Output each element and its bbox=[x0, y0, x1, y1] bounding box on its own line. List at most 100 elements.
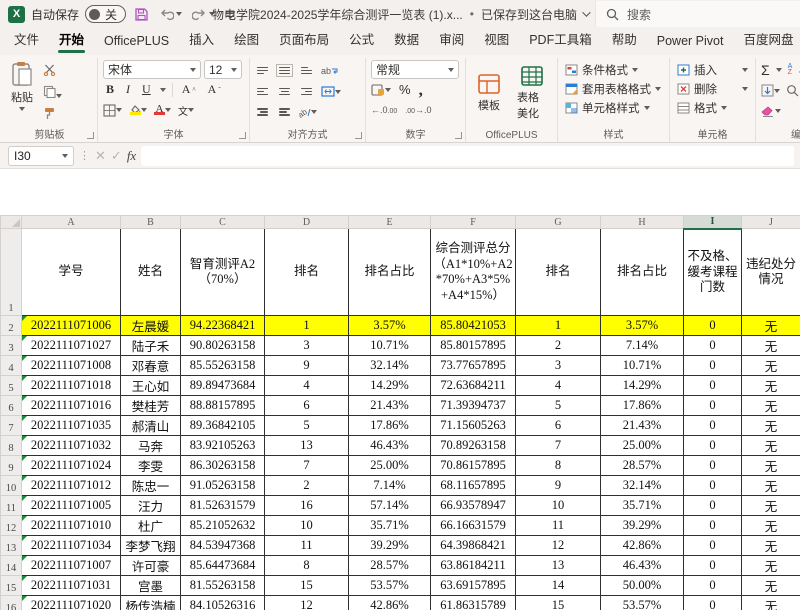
cell-H5[interactable]: 14.29% bbox=[601, 376, 684, 396]
column-header-H[interactable]: H bbox=[601, 216, 684, 229]
cell-F8[interactable]: 70.89263158 bbox=[431, 436, 516, 456]
cell-H13[interactable]: 42.86% bbox=[601, 536, 684, 556]
cell-G2[interactable]: 1 bbox=[516, 316, 601, 336]
alignment-dialog-launcher-icon[interactable] bbox=[355, 132, 362, 139]
column-header-C[interactable]: C bbox=[181, 216, 265, 229]
cell-G11[interactable]: 10 bbox=[516, 496, 601, 516]
tab-插入[interactable]: 插入 bbox=[179, 24, 224, 55]
cell-F4[interactable]: 73.77657895 bbox=[431, 356, 516, 376]
cell-J1[interactable]: 违纪处分情况 bbox=[742, 229, 800, 316]
column-header-B[interactable]: B bbox=[121, 216, 181, 229]
row-header-10[interactable]: 10 bbox=[1, 476, 22, 496]
cell-E2[interactable]: 3.57% bbox=[349, 316, 431, 336]
cell-H14[interactable]: 46.43% bbox=[601, 556, 684, 576]
cell-I11[interactable]: 0 bbox=[684, 496, 742, 516]
autosum-button[interactable]: Σ bbox=[761, 62, 770, 78]
cut-button[interactable] bbox=[43, 63, 62, 81]
cell-A8[interactable]: 2022111071032 bbox=[22, 436, 121, 456]
cell-H9[interactable]: 28.57% bbox=[601, 456, 684, 476]
cell-B4[interactable]: 邓春意 bbox=[121, 356, 181, 376]
cell-F10[interactable]: 68.11657895 bbox=[431, 476, 516, 496]
cell-E12[interactable]: 35.71% bbox=[349, 516, 431, 536]
cell-I10[interactable]: 0 bbox=[684, 476, 742, 496]
increase-indent-button[interactable] bbox=[279, 108, 290, 116]
cell-C16[interactable]: 84.10526316 bbox=[181, 596, 265, 610]
cell-C7[interactable]: 89.36842105 bbox=[181, 416, 265, 436]
row-header-16[interactable]: 16 bbox=[1, 596, 22, 610]
row-header-1[interactable]: 1 bbox=[1, 229, 22, 316]
cell-I1[interactable]: 不及格、缓考课程门数 bbox=[684, 229, 742, 316]
font-color-button[interactable]: A bbox=[154, 105, 171, 115]
cell-J16[interactable]: 无 bbox=[742, 596, 800, 610]
cell-B1[interactable]: 姓名 bbox=[121, 229, 181, 316]
cell-J11[interactable]: 无 bbox=[742, 496, 800, 516]
cell-D9[interactable]: 7 bbox=[265, 456, 349, 476]
wrap-text-button[interactable]: ab bbox=[321, 66, 339, 76]
cell-A15[interactable]: 2022111071031 bbox=[22, 576, 121, 596]
cell-B7[interactable]: 郝清山 bbox=[121, 416, 181, 436]
cell-D11[interactable]: 16 bbox=[265, 496, 349, 516]
cell-J15[interactable]: 无 bbox=[742, 576, 800, 596]
cell-C13[interactable]: 84.53947368 bbox=[181, 536, 265, 556]
table-beautify-button[interactable]: 表格美化 bbox=[513, 64, 550, 122]
row-header-9[interactable]: 9 bbox=[1, 456, 22, 476]
cell-I8[interactable]: 0 bbox=[684, 436, 742, 456]
align-right-button[interactable] bbox=[301, 88, 312, 96]
cell-C15[interactable]: 81.55263158 bbox=[181, 576, 265, 596]
column-header-D[interactable]: D bbox=[265, 216, 349, 229]
row-header-6[interactable]: 6 bbox=[1, 396, 22, 416]
cell-G6[interactable]: 5 bbox=[516, 396, 601, 416]
cell-B11[interactable]: 汪力 bbox=[121, 496, 181, 516]
cell-F14[interactable]: 63.86184211 bbox=[431, 556, 516, 576]
cell-C9[interactable]: 86.30263158 bbox=[181, 456, 265, 476]
cell-D13[interactable]: 11 bbox=[265, 536, 349, 556]
column-header-I[interactable]: I bbox=[684, 216, 742, 229]
cell-J14[interactable]: 无 bbox=[742, 556, 800, 576]
cell-F5[interactable]: 72.63684211 bbox=[431, 376, 516, 396]
cell-I9[interactable]: 0 bbox=[684, 456, 742, 476]
row-header-3[interactable]: 3 bbox=[1, 336, 22, 356]
cell-D8[interactable]: 13 bbox=[265, 436, 349, 456]
cell-C1[interactable]: 智育测评A2（70%） bbox=[181, 229, 265, 316]
cell-B10[interactable]: 陈忠一 bbox=[121, 476, 181, 496]
font-size-select[interactable]: 12 bbox=[204, 60, 242, 79]
cell-E13[interactable]: 39.29% bbox=[349, 536, 431, 556]
cell-C14[interactable]: 85.64473684 bbox=[181, 556, 265, 576]
comma-style-button[interactable]: , bbox=[419, 85, 423, 95]
tab-Power Pivot[interactable]: Power Pivot bbox=[647, 29, 734, 55]
cell-B2[interactable]: 左晨媛 bbox=[121, 316, 181, 336]
cell-F13[interactable]: 64.39868421 bbox=[431, 536, 516, 556]
tab-百度网盘[interactable]: 百度网盘 bbox=[733, 24, 800, 55]
cell-D15[interactable]: 15 bbox=[265, 576, 349, 596]
cell-F3[interactable]: 85.80157895 bbox=[431, 336, 516, 356]
cell-E8[interactable]: 46.43% bbox=[349, 436, 431, 456]
cell-H8[interactable]: 25.00% bbox=[601, 436, 684, 456]
cell-F2[interactable]: 85.80421053 bbox=[431, 316, 516, 336]
cell-F15[interactable]: 63.69157895 bbox=[431, 576, 516, 596]
cell-C11[interactable]: 81.52631579 bbox=[181, 496, 265, 516]
cell-E15[interactable]: 53.57% bbox=[349, 576, 431, 596]
cell-J6[interactable]: 无 bbox=[742, 396, 800, 416]
tab-视图[interactable]: 视图 bbox=[474, 24, 519, 55]
cell-E5[interactable]: 14.29% bbox=[349, 376, 431, 396]
cell-E3[interactable]: 10.71% bbox=[349, 336, 431, 356]
column-header-E[interactable]: E bbox=[349, 216, 431, 229]
cell-A2[interactable]: 2022111071006 bbox=[22, 316, 121, 336]
cell-D5[interactable]: 4 bbox=[265, 376, 349, 396]
cell-A5[interactable]: 2022111071018 bbox=[22, 376, 121, 396]
cell-I3[interactable]: 0 bbox=[684, 336, 742, 356]
cell-H4[interactable]: 10.71% bbox=[601, 356, 684, 376]
cell-D16[interactable]: 12 bbox=[265, 596, 349, 610]
cell-D14[interactable]: 8 bbox=[265, 556, 349, 576]
cell-H2[interactable]: 3.57% bbox=[601, 316, 684, 336]
cell-I4[interactable]: 0 bbox=[684, 356, 742, 376]
saved-status[interactable]: 已保存到这台电脑 bbox=[481, 6, 577, 23]
merge-center-button[interactable] bbox=[321, 86, 341, 97]
cell-H10[interactable]: 32.14% bbox=[601, 476, 684, 496]
cancel-icon[interactable]: ✕ bbox=[95, 148, 106, 164]
tab-绘图[interactable]: 绘图 bbox=[224, 24, 269, 55]
insert-function-icon[interactable]: fx bbox=[127, 148, 136, 164]
cell-F6[interactable]: 71.39394737 bbox=[431, 396, 516, 416]
row-header-14[interactable]: 14 bbox=[1, 556, 22, 576]
percent-style-button[interactable]: % bbox=[399, 82, 411, 97]
